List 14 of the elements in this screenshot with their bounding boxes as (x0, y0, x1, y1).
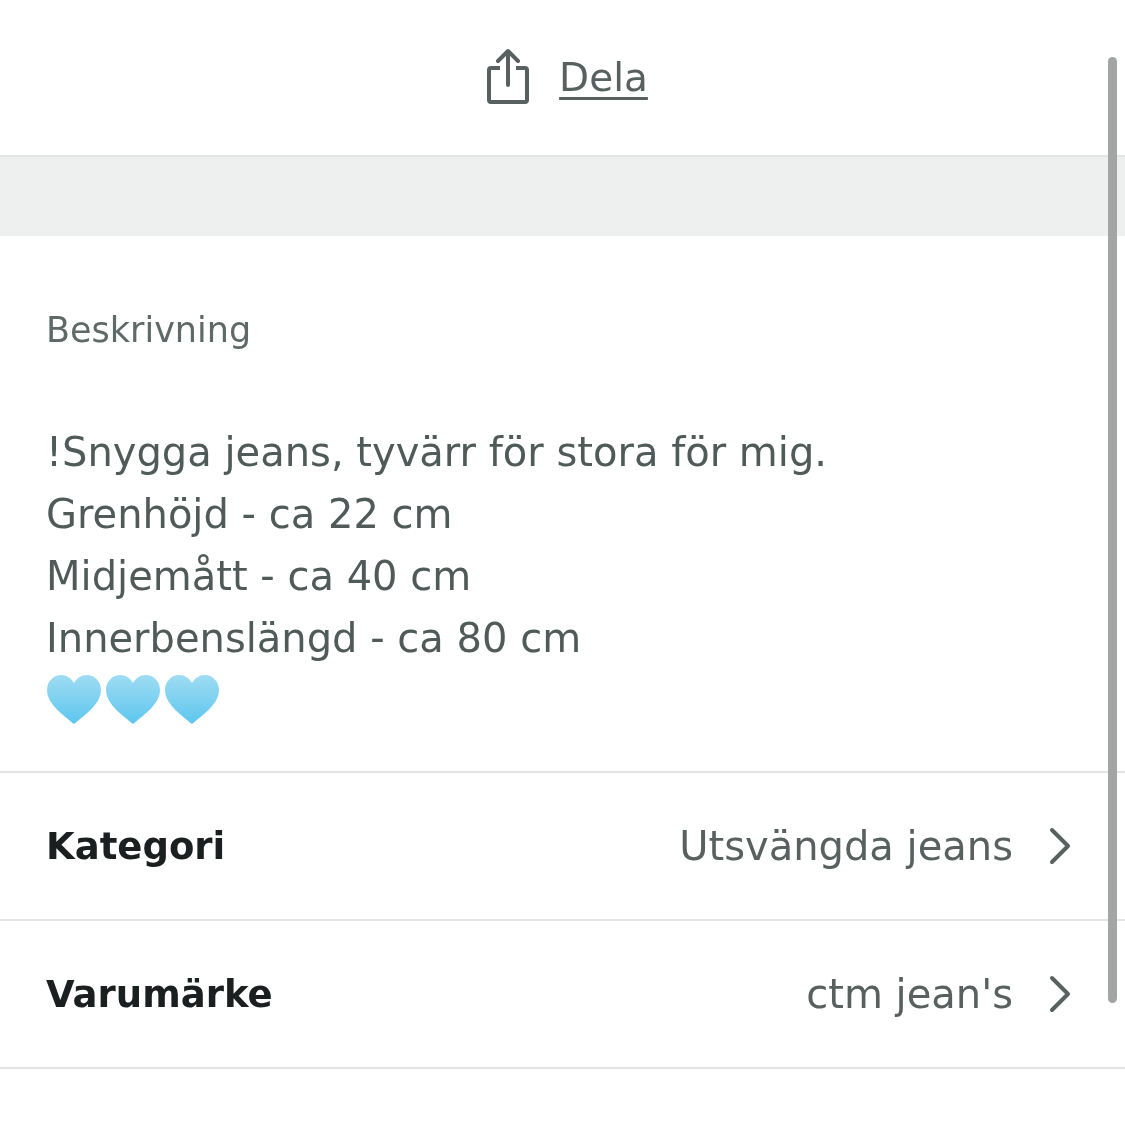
heart-icon (105, 675, 161, 725)
scrollbar-thumb[interactable] (1108, 57, 1117, 1003)
heart-icon (164, 675, 220, 725)
section-heading: Beskrivning (46, 309, 253, 352)
row-label: Varumärke (46, 972, 273, 1016)
row-value: ctm jean's (806, 971, 1013, 1017)
chevron-icon (1049, 827, 1071, 865)
description-text: !Snygga jeans, tyvärr för stora för mig. Grenhöjd - ca 22 cm Midjemått - ca 40 cm Innerbenslängd - ca 80 cm (46, 428, 829, 663)
row-value: Utsvängda jeans (679, 823, 1013, 869)
heart-icon (46, 675, 102, 725)
row-label: Kategori (46, 824, 226, 868)
share-button[interactable]: Dela (487, 51, 648, 104)
share-icon (487, 47, 530, 104)
chevron-icon (1049, 975, 1071, 1013)
